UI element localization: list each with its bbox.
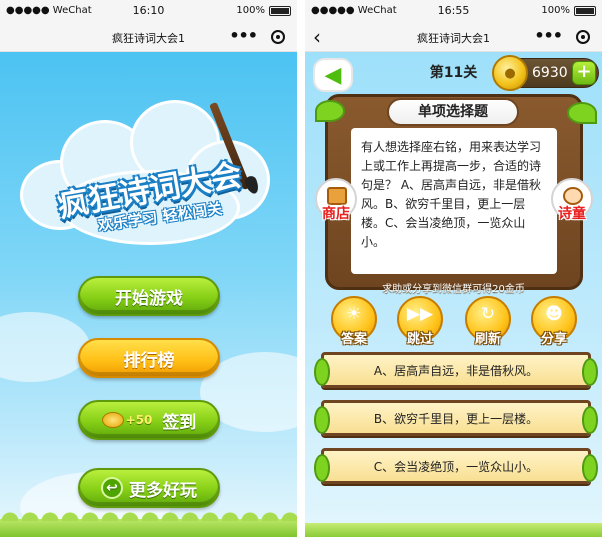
shop-label: 商店	[322, 206, 350, 222]
battery-percent: 100%	[236, 5, 265, 16]
skip-tool-button[interactable]: ▶▶ 跳过	[397, 296, 443, 347]
answer-option-c[interactable]: C、会当凌绝顶，一览众山小。	[314, 448, 598, 484]
leaf-decoration	[567, 102, 597, 124]
share-tool-button[interactable]: ☻ 分享	[531, 296, 577, 347]
return-arrow-icon: ↩	[101, 477, 123, 499]
start-game-label: 开始游戏	[115, 288, 183, 309]
battery-percent: 100%	[541, 5, 570, 16]
more-games-button[interactable]: ↩ 更多好玩	[78, 468, 220, 508]
leaf-decoration	[315, 100, 345, 122]
mini-program-title-bar: 疯狂诗词大会1 •••	[0, 22, 297, 52]
start-game-button[interactable]: 开始游戏	[78, 276, 220, 316]
shop-button[interactable]: 商店	[315, 178, 357, 222]
battery-icon	[269, 6, 291, 16]
more-menu-icon[interactable]: •••	[229, 26, 258, 45]
add-coins-button[interactable]: +	[572, 61, 596, 85]
question-text: 有人想选择座右铭，用来表达学习上或工作上再提高一步，合适的诗句是？ A、居高声自…	[351, 128, 557, 274]
checkin-button[interactable]: +50 签到	[78, 400, 220, 440]
battery-icon	[574, 6, 596, 16]
ranking-button[interactable]: 排行榜	[78, 338, 220, 378]
grass-strip	[0, 511, 297, 537]
status-bar: ●●●●● WeChat 16:10 100%	[0, 0, 297, 22]
answer-text: B、欲穷千里目，更上一层楼。	[373, 411, 539, 426]
answer-tool-button[interactable]: ☀ 答案	[331, 296, 377, 347]
answer-option-a[interactable]: A、居高声自远，非是借秋风。	[314, 352, 598, 388]
status-bar: ●●●●● WeChat 16:55 100%	[305, 0, 602, 22]
refresh-icon: ↻	[480, 304, 496, 324]
close-mini-program-icon[interactable]	[576, 30, 590, 44]
close-mini-program-icon[interactable]	[271, 30, 285, 44]
mini-program-title-bar: ‹ 疯狂诗词大会1 •••	[305, 22, 602, 52]
more-games-label: 更多好玩	[129, 480, 197, 501]
coin-count: 6930	[532, 65, 568, 81]
answer-text: A、居高声自远，非是借秋风。	[373, 363, 539, 378]
lightbulb-icon: ☀	[346, 304, 362, 324]
coin-balance: ● 6930 +	[492, 55, 599, 91]
poet-kid-button[interactable]: 诗童	[551, 178, 593, 222]
checkin-bonus: +50	[125, 413, 153, 427]
share-people-icon: ☻	[545, 304, 563, 324]
question-type-title: 单项选择题	[387, 98, 519, 126]
answer-text: C、会当凌绝顶，一览众山小。	[373, 459, 539, 474]
refresh-tool-button[interactable]: ↻ 刷新	[465, 296, 511, 347]
coin-stack-icon	[101, 412, 124, 428]
share-hint: 求助或分享到微信群可得20金币	[382, 284, 525, 295]
question-screen: ●●●●● WeChat 16:55 100% ‹ 疯狂诗词大会1 ••• ◀ …	[305, 0, 602, 537]
fast-forward-icon: ▶▶	[406, 304, 434, 324]
checkin-label: 签到	[162, 412, 197, 433]
tool-label: 分享	[540, 332, 567, 347]
background-cloud	[0, 312, 90, 382]
tool-label: 跳过	[406, 332, 433, 347]
poet-kid-label: 诗童	[558, 206, 586, 222]
tool-label: 刷新	[474, 332, 501, 347]
more-menu-icon[interactable]: •••	[534, 26, 563, 45]
gold-coin-icon: ●	[492, 55, 528, 91]
answer-option-b[interactable]: B、欲穷千里目，更上一层楼。	[314, 400, 598, 436]
grass-strip	[305, 523, 602, 537]
tool-label: 答案	[340, 332, 367, 347]
ranking-label: 排行榜	[123, 350, 175, 371]
home-screen: ●●●●● WeChat 16:10 100% 疯狂诗词大会1 ••• 疯狂诗词…	[0, 0, 297, 537]
